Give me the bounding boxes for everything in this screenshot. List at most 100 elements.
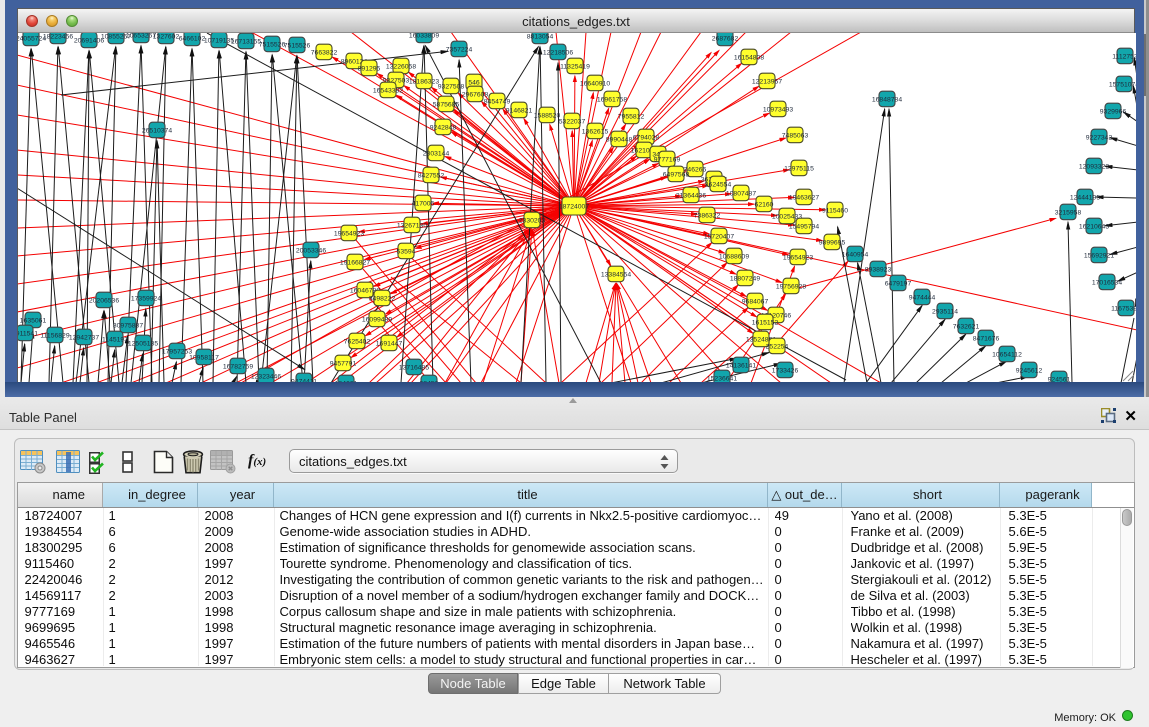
svg-text:20691406: 20691406 (74, 38, 104, 45)
svg-text:124661: 124661 (335, 381, 358, 383)
svg-text:15720407: 15720407 (704, 234, 734, 241)
svg-text:12975115: 12975115 (784, 166, 814, 173)
svg-text:15495794: 15495794 (789, 224, 819, 231)
svg-text:14136141: 14136141 (726, 363, 756, 370)
svg-text:19166827: 19166827 (340, 260, 370, 267)
svg-text:9899695: 9899695 (819, 240, 846, 247)
svg-text:9457791: 9457791 (330, 361, 357, 368)
svg-text:20053346: 20053346 (296, 248, 326, 255)
svg-text:1327602: 1327602 (153, 34, 180, 41)
svg-text:10653267: 10653267 (126, 33, 156, 40)
svg-text:15236641: 15236641 (707, 376, 737, 383)
svg-text:924561: 924561 (1048, 377, 1071, 383)
svg-text:1145193: 1145193 (102, 337, 128, 344)
svg-text:19654923: 19654923 (334, 231, 364, 238)
svg-text:16848784: 16848784 (872, 97, 902, 104)
svg-text:9327508: 9327508 (438, 84, 465, 91)
svg-text:6794028: 6794028 (633, 135, 660, 142)
svg-text:12093322: 12093322 (1079, 164, 1109, 171)
svg-text:7955812: 7955812 (618, 114, 645, 121)
svg-text:8471676: 8471676 (973, 336, 1000, 343)
svg-text:17957253: 17957253 (162, 349, 192, 356)
svg-text:1733426: 1733426 (772, 368, 799, 375)
svg-text:12213967: 12213967 (752, 79, 782, 86)
svg-text:7663822: 7663822 (311, 50, 338, 57)
svg-text:9245612: 9245612 (1016, 368, 1043, 375)
svg-text:12218506: 12218506 (543, 50, 573, 57)
svg-text:2687682: 2687682 (712, 36, 739, 43)
svg-text:1588520: 1588520 (534, 113, 561, 120)
svg-text:12505135: 12505135 (128, 341, 158, 348)
svg-text:2935114: 2935114 (932, 309, 958, 316)
svg-text:252254: 252254 (766, 344, 789, 351)
svg-text:7515526: 7515526 (284, 43, 311, 50)
svg-text:26510374: 26510374 (142, 128, 172, 135)
svg-text:8454749: 8454749 (484, 99, 511, 106)
svg-text:9474411: 9474411 (291, 379, 317, 383)
svg-text:7386322: 7386322 (694, 213, 721, 220)
svg-text:8938923: 8938923 (865, 267, 892, 274)
svg-text:21364436: 21364436 (676, 193, 706, 200)
svg-text:8813054: 8813054 (527, 34, 554, 41)
svg-text:1640954: 1640954 (842, 252, 869, 259)
svg-text:16210643: 16210643 (1079, 224, 1109, 231)
svg-text:18186323: 18186323 (409, 79, 439, 86)
svg-text:7357224: 7357224 (446, 47, 473, 54)
svg-text:30975887: 30975887 (113, 323, 143, 330)
svg-text:16961758: 16961758 (597, 97, 627, 104)
svg-text:16154808: 16154808 (734, 55, 764, 62)
svg-text:12942737: 12942737 (69, 335, 99, 342)
svg-text:13226058: 13226058 (386, 64, 416, 71)
svg-text:15692921: 15692921 (1084, 253, 1114, 260)
svg-text:9684067: 9684067 (742, 299, 769, 306)
svg-text:17359924: 17359924 (131, 296, 161, 303)
svg-text:546: 546 (468, 80, 480, 87)
svg-text:3624554: 3624554 (705, 182, 732, 189)
svg-text:1691447: 1691447 (376, 341, 403, 348)
svg-text:15751074: 15751074 (1109, 82, 1136, 89)
svg-text:3498222: 3498222 (369, 296, 396, 303)
svg-text:10688609: 10688609 (719, 254, 749, 261)
svg-text:93450: 93450 (420, 381, 439, 383)
svg-text:12444195: 12444195 (1070, 195, 1100, 202)
svg-text:6466102: 6466102 (179, 36, 206, 43)
svg-text:10973493: 10973493 (763, 107, 793, 114)
svg-text:19756928: 19756928 (776, 284, 806, 291)
svg-text:3215958: 3215958 (1055, 210, 1082, 217)
svg-text:53594: 53594 (397, 249, 416, 256)
svg-text:18807249: 18807249 (730, 276, 760, 283)
svg-text:9227342: 9227342 (1086, 135, 1113, 142)
svg-text:18724007: 18724007 (559, 204, 589, 211)
svg-text:10958117: 10958117 (189, 355, 219, 362)
svg-text:9146821: 9146821 (506, 108, 533, 115)
svg-text:2803144: 2803144 (423, 151, 450, 158)
svg-text:16640910: 16640910 (580, 81, 610, 88)
svg-text:13384554: 13384554 (601, 272, 631, 279)
svg-text:16713155: 16713155 (231, 39, 261, 46)
svg-text:11325419: 11325419 (560, 64, 590, 71)
svg-text:8990448: 8990448 (606, 137, 633, 144)
svg-text:9115460: 9115460 (822, 208, 848, 215)
svg-text:1112752: 1112752 (1112, 54, 1136, 61)
svg-text:10807487: 10807487 (726, 191, 756, 198)
svg-text:8427552: 8427552 (418, 173, 445, 180)
svg-text:5322037: 5322037 (559, 119, 586, 126)
svg-text:1362615: 1362615 (582, 129, 609, 136)
svg-text:16543382: 16543382 (373, 88, 403, 95)
svg-text:7485063: 7485063 (782, 133, 809, 140)
svg-text:7632621: 7632621 (953, 324, 980, 331)
svg-text:11675390: 11675390 (1111, 306, 1136, 313)
svg-text:417006: 417006 (412, 201, 435, 208)
svg-text:16033809: 16033809 (409, 33, 439, 40)
svg-text:62160: 62160 (755, 202, 774, 209)
svg-text:6479197: 6479197 (885, 281, 912, 288)
svg-text:3911541: 3911541 (18, 331, 38, 338)
svg-text:19463627: 19463627 (789, 195, 819, 202)
svg-text:1635061: 1635061 (20, 318, 47, 325)
svg-text:9777169: 9777169 (654, 157, 681, 164)
svg-text:6497568: 6497568 (663, 172, 690, 179)
svg-text:10719135: 10719135 (204, 38, 234, 45)
svg-text:10654112: 10654112 (992, 352, 1022, 359)
svg-text:16099489: 16099489 (362, 317, 392, 324)
svg-text:13267130: 13267130 (397, 223, 427, 230)
